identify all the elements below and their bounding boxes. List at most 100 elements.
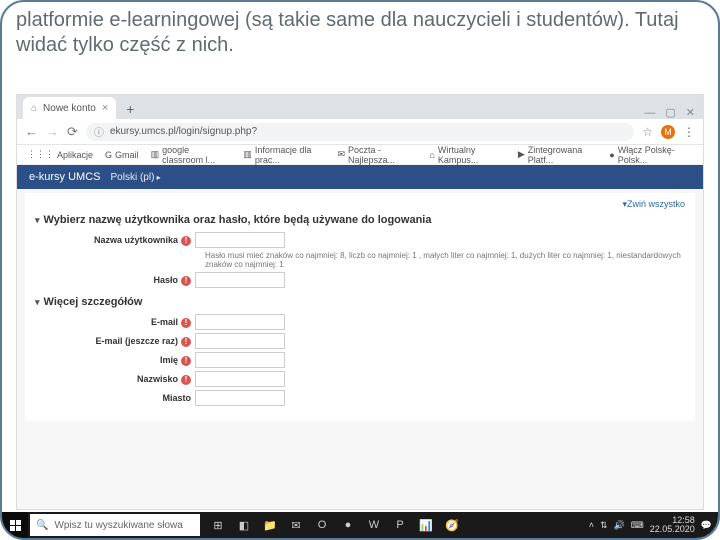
taskbar-app[interactable]: W: [362, 514, 386, 536]
bookmark-item[interactable]: GGmail: [105, 150, 139, 160]
row-lastname: Nazwisko!: [35, 371, 685, 387]
label-password: Hasło!: [35, 275, 195, 286]
row-city: Miasto: [35, 390, 685, 406]
youtube-icon: ▶: [518, 149, 525, 160]
site-info-icon[interactable]: ⓘ: [94, 124, 104, 139]
browser-tab-active[interactable]: ⌂ Nowe konto ×: [23, 97, 116, 119]
browser-tabbar: ⌂ Nowe konto × + — ▢ ✕: [17, 95, 703, 119]
tab-close-icon[interactable]: ×: [102, 102, 108, 114]
required-icon: !: [181, 276, 191, 286]
taskbar-search-placeholder: Wpisz tu wyszukiwane słowa: [54, 520, 182, 531]
taskbar-search[interactable]: 🔍 Wpisz tu wyszukiwane słowa: [30, 514, 200, 536]
required-icon: !: [181, 375, 191, 385]
window-minimize-button[interactable]: —: [644, 107, 655, 119]
taskbar-apps: ⊞ ◧ 📁 ✉ O ● W P 📊 🧭: [206, 514, 464, 536]
tray-notifications-icon[interactable]: 💬: [701, 520, 712, 531]
bookmarks-bar: ⋮⋮⋮Aplikacje GGmail ▥google classroom l.…: [17, 145, 703, 165]
taskbar-app[interactable]: 📊: [414, 514, 438, 536]
bookmark-item[interactable]: ▶Zintegrowana Platf...: [518, 145, 597, 165]
start-button[interactable]: [2, 512, 28, 538]
label-username: Nazwa użytkownika!: [35, 235, 195, 246]
apps-icon: ⋮⋮⋮: [27, 149, 54, 160]
url-text: ekursy.umcs.pl/login/signup.php?: [110, 126, 257, 137]
taskbar-app[interactable]: ◧: [232, 514, 256, 536]
nav-reload-icon[interactable]: ⟳: [67, 124, 78, 140]
taskbar-app[interactable]: ⊞: [206, 514, 230, 536]
password-requirements: Hasło musi mieć znaków co najmniej: 8, l…: [205, 251, 685, 269]
row-password: Hasło!: [35, 272, 685, 288]
language-selector[interactable]: Polski (pl): [111, 172, 161, 183]
tray-volume-icon[interactable]: 🔊: [614, 520, 625, 531]
required-icon: !: [181, 337, 191, 347]
section-credentials-header[interactable]: Wybierz nazwę użytkownika oraz hasło, kt…: [35, 214, 685, 226]
mail-icon: ✉: [337, 149, 345, 160]
form-panel: Zwiń wszystko Wybierz nazwę użytkownika …: [25, 193, 695, 421]
label-firstname: Imię!: [35, 355, 195, 366]
taskbar-app[interactable]: ●: [336, 514, 360, 536]
row-email-confirm: E-mail (jeszcze raz)!: [35, 333, 685, 349]
bookmark-item[interactable]: ✉Poczta - Najlepsza...: [337, 145, 417, 165]
taskbar-app[interactable]: ✉: [284, 514, 308, 536]
taskbar-app[interactable]: P: [388, 514, 412, 536]
taskbar-app[interactable]: O: [310, 514, 334, 536]
gmail-icon: G: [105, 150, 112, 160]
browser-address-bar: ← → ⟳ ⓘ ekursy.umcs.pl/login/signup.php?…: [17, 119, 703, 145]
profile-avatar[interactable]: M: [661, 125, 675, 139]
bookmark-item[interactable]: ▥Informacje dla prac...: [243, 145, 325, 165]
site-header: e-kursy UMCS Polski (pl): [17, 165, 703, 189]
tab-favicon-icon: ⌂: [31, 103, 37, 114]
tray-lang-icon[interactable]: ⌨: [631, 520, 644, 531]
required-icon: !: [181, 318, 191, 328]
label-city: Miasto: [35, 393, 195, 403]
bookmark-star-icon[interactable]: ☆: [642, 125, 653, 139]
windows-icon: [10, 520, 21, 531]
section-details-header[interactable]: Więcej szczegółów: [35, 296, 685, 308]
browser-menu-icon[interactable]: ⋮: [683, 125, 695, 139]
input-firstname[interactable]: [195, 352, 285, 368]
row-username: Nazwa użytkownika!: [35, 232, 685, 248]
system-tray: ˄ ⇅ 🔊 ⌨ 12:58 22.05.2020 💬: [589, 516, 718, 534]
slide-frame: platformie e-learningowej (są takie same…: [0, 0, 720, 540]
input-city[interactable]: [195, 390, 285, 406]
page-content: e-kursy UMCS Polski (pl) Zwiń wszystko W…: [17, 165, 703, 509]
required-icon: !: [181, 236, 191, 246]
browser-window: ⌂ Nowe konto × + — ▢ ✕ ← → ⟳ ⓘ ekursy.um…: [16, 94, 704, 510]
tab-title: Nowe konto: [43, 103, 96, 114]
label-email: E-mail!: [35, 317, 195, 328]
input-password[interactable]: [195, 272, 285, 288]
window-close-button[interactable]: ✕: [686, 106, 695, 119]
campus-icon: ⌂: [429, 150, 434, 160]
bookmark-item[interactable]: ⋮⋮⋮Aplikacje: [27, 149, 93, 160]
label-lastname: Nazwisko!: [35, 374, 195, 385]
url-box[interactable]: ⓘ ekursy.umcs.pl/login/signup.php?: [86, 123, 634, 141]
collapse-all-link[interactable]: Zwiń wszystko: [35, 199, 685, 210]
row-firstname: Imię!: [35, 352, 685, 368]
windows-taskbar: 🔍 Wpisz tu wyszukiwane słowa ⊞ ◧ 📁 ✉ O ●…: [2, 512, 718, 538]
tray-clock[interactable]: 12:58 22.05.2020: [650, 516, 695, 534]
site-icon: ●: [609, 150, 614, 160]
input-email-confirm[interactable]: [195, 333, 285, 349]
label-email-confirm: E-mail (jeszcze raz)!: [35, 336, 195, 347]
slide-caption: platformie e-learningowej (są takie same…: [2, 2, 718, 66]
info-icon: ▥: [243, 149, 252, 160]
search-icon: 🔍: [36, 520, 48, 531]
site-brand[interactable]: e-kursy UMCS: [29, 171, 101, 183]
classroom-icon: ▥: [151, 149, 160, 160]
nav-back-icon[interactable]: ←: [25, 124, 38, 139]
taskbar-app[interactable]: 🧭: [440, 514, 464, 536]
tray-network-icon[interactable]: ⇅: [600, 520, 608, 531]
nav-forward-icon[interactable]: →: [46, 124, 59, 139]
tray-overflow-icon[interactable]: ˄: [589, 520, 594, 530]
input-username[interactable]: [195, 232, 285, 248]
tray-date: 22.05.2020: [650, 525, 695, 534]
row-email: E-mail!: [35, 314, 685, 330]
required-icon: !: [181, 356, 191, 366]
bookmark-item[interactable]: ⌂Wirtualny Kampus...: [429, 145, 505, 165]
input-lastname[interactable]: [195, 371, 285, 387]
window-maximize-button[interactable]: ▢: [665, 106, 675, 119]
taskbar-app[interactable]: 📁: [258, 514, 282, 536]
bookmark-item[interactable]: ▥google classroom l...: [151, 145, 232, 165]
bookmark-item[interactable]: ●Włącz Polskę- Polsk...: [609, 145, 693, 165]
new-tab-button[interactable]: +: [120, 99, 140, 119]
input-email[interactable]: [195, 314, 285, 330]
